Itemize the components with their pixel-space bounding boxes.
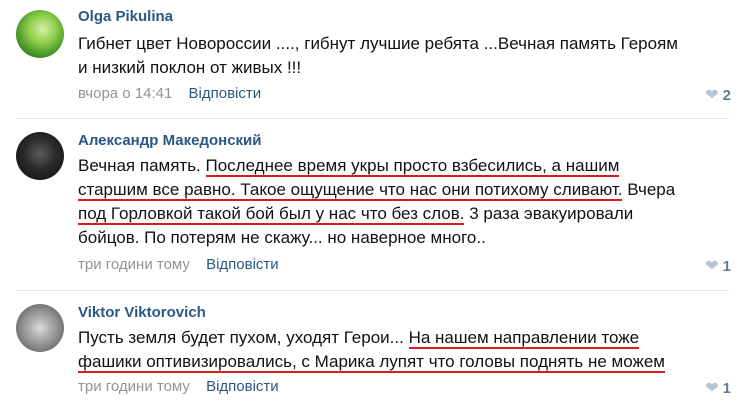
comment-time[interactable]: три години тому	[78, 378, 190, 395]
like-count: 2	[722, 87, 731, 104]
comment-text-line: под Горловкой такой бой был у нас что бе…	[78, 202, 728, 226]
divider	[16, 118, 729, 119]
comment-text: Вечная память. Последнее время укры прос…	[78, 154, 728, 250]
like-button[interactable]: ❤ 1	[705, 256, 731, 276]
comment-author[interactable]: Olga Pikulina	[78, 8, 173, 25]
comment-text-line: бойцов. По потерям не скажу... но наверн…	[78, 228, 486, 247]
comment-text-line: Пусть земля будет пухом, уходят Герои...…	[78, 326, 728, 350]
text-segment: 3 раза эвакуировали	[464, 204, 634, 223]
comment-author[interactable]: Александр Македонский	[78, 132, 262, 149]
comment-text: Пусть земля будет пухом, уходят Герои...…	[78, 326, 728, 374]
text-segment: Вечная память.	[78, 156, 206, 175]
comment-text-line: Гибнет цвет Новороссии ...., гибнут лучш…	[78, 34, 678, 53]
reply-link[interactable]: Відповісти	[206, 256, 279, 273]
reply-link[interactable]: Відповісти	[206, 378, 279, 395]
highlighted-text: под Горловкой такой бой был у нас что бе…	[78, 204, 465, 225]
highlighted-text: На нашем направлении тоже	[408, 328, 640, 349]
comment-meta: три години тому Відповісти	[78, 378, 279, 395]
like-count: 1	[722, 380, 731, 397]
comment-2: Александр Македонский Вечная память. Пос…	[0, 120, 745, 290]
comment-text-line: старшим все равно. Такое ощущение что на…	[78, 178, 728, 202]
divider	[16, 290, 729, 291]
comment-time[interactable]: вчора о 14:41	[78, 85, 172, 102]
comment-text-line: и низкий поклон от живых !!!	[78, 58, 302, 77]
text-segment: Вчера	[622, 180, 676, 199]
like-button[interactable]: ❤ 2	[705, 85, 731, 105]
text-segment: Пусть земля будет пухом, уходят Герои...	[78, 328, 409, 347]
comment-text: Гибнет цвет Новороссии ...., гибнут лучш…	[78, 32, 728, 80]
heart-icon: ❤	[705, 380, 719, 397]
comment-meta: вчора о 14:41 Відповісти	[78, 85, 261, 102]
avatar[interactable]	[16, 304, 64, 352]
reply-link[interactable]: Відповісти	[189, 85, 262, 102]
like-button[interactable]: ❤ 1	[705, 378, 731, 398]
like-count: 1	[722, 258, 731, 275]
comment-1: Olga Pikulina Гибнет цвет Новороссии ...…	[0, 0, 745, 118]
comment-text-line: фашики оптивизировались, с Марика лупят …	[78, 350, 728, 374]
comment-meta: три години тому Відповісти	[78, 256, 279, 273]
highlighted-text: Последнее время укры просто взбесились, …	[205, 156, 620, 177]
heart-icon: ❤	[705, 258, 719, 275]
avatar[interactable]	[16, 132, 64, 180]
highlighted-text: старшим все равно. Такое ощущение что на…	[78, 180, 623, 201]
heart-icon: ❤	[705, 87, 719, 104]
comment-text-line: Вечная память. Последнее время укры прос…	[78, 154, 728, 178]
comment-time[interactable]: три години тому	[78, 256, 190, 273]
comment-3: Viktor Viktorovich Пусть земля будет пух…	[0, 292, 745, 408]
highlighted-text: фашики оптивизировались, с Марика лупят …	[78, 352, 665, 373]
comment-author[interactable]: Viktor Viktorovich	[78, 304, 206, 321]
avatar[interactable]	[16, 10, 64, 58]
